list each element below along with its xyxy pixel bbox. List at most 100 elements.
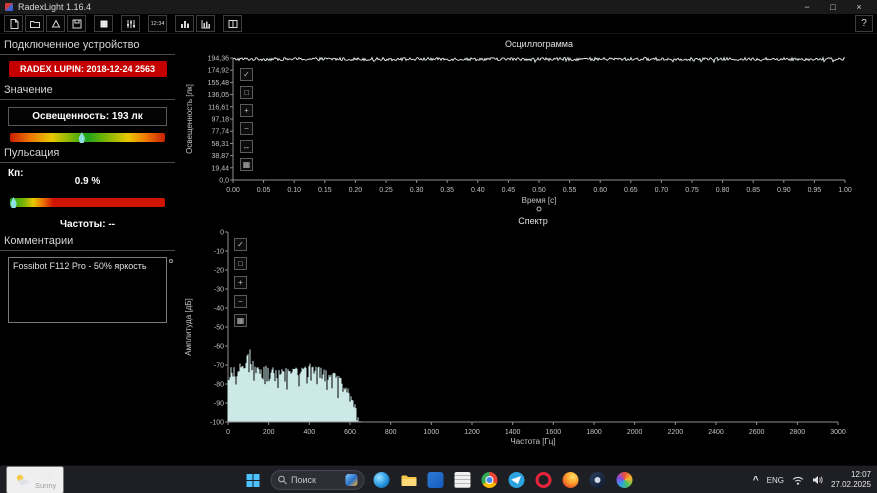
volume-icon[interactable] <box>812 475 823 485</box>
tick-label: 3000 <box>830 429 846 436</box>
tick-label: 97,18 <box>211 117 229 124</box>
folder-icon <box>401 475 416 486</box>
comments-corner-dot <box>169 259 173 263</box>
window-controls: − □ × <box>794 0 872 14</box>
photos-icon[interactable] <box>614 469 634 491</box>
device-button[interactable]: RADEX LUPIN: 2018-12-24 2563 <box>8 61 167 77</box>
edge-icon[interactable] <box>371 469 391 491</box>
oscillogram-tool-pan[interactable]: ↔ <box>240 140 253 153</box>
telegram-icon[interactable] <box>506 469 526 491</box>
wifi-icon[interactable] <box>792 475 804 485</box>
tick-label: -50 <box>214 325 224 332</box>
kp-value: 0.9 % <box>74 176 101 187</box>
chrome-icon[interactable] <box>479 469 499 491</box>
spectrum-tool-reset-view[interactable]: ▦ <box>234 314 247 327</box>
save-button[interactable] <box>67 15 86 32</box>
device-section-heading: Подключенное устройство <box>0 34 175 55</box>
start-button[interactable] <box>243 469 263 491</box>
display-mode-icon <box>100 20 107 27</box>
oscillogram-tool-zoom-in[interactable]: + <box>240 104 253 117</box>
spectrum-tool-zoom-out[interactable]: − <box>234 295 247 308</box>
illuminance-value: Освещенность: 193 лк <box>8 107 167 126</box>
search-bing-icon <box>345 474 357 486</box>
comments-input[interactable]: Fossibot F112 Pro - 50% яркость <box>8 257 167 323</box>
minimize-button[interactable]: − <box>794 0 820 14</box>
maximize-button[interactable]: □ <box>820 0 846 14</box>
notepad-icon[interactable] <box>452 469 472 491</box>
windows-logo-icon <box>246 473 260 487</box>
tick-label: 0.10 <box>287 187 301 194</box>
export-button[interactable] <box>46 15 65 32</box>
firefox-icon[interactable] <box>560 469 580 491</box>
tick-label: 2200 <box>668 429 684 436</box>
tick-label: 0.25 <box>379 187 393 194</box>
oscillogram-chart[interactable]: Осциллограмма Освещенность [лк] 194,36 174,… <box>175 34 877 214</box>
steam-icon[interactable] <box>587 469 607 491</box>
oscillogram-tool-select[interactable]: ✓ <box>240 68 253 81</box>
tick-label: -10 <box>214 249 224 256</box>
tick-label: -80 <box>214 382 224 389</box>
tick-label: 136,05 <box>208 92 230 99</box>
kp-row: Кп: 0.9 % <box>0 167 175 191</box>
opera-icon[interactable] <box>533 469 553 491</box>
tick-label: 58,31 <box>211 141 229 148</box>
weather-widget[interactable]: -1°C Sunny <box>6 466 65 493</box>
oscillogram-tool-zoom-out[interactable]: − <box>240 122 253 135</box>
tick-label: -20 <box>214 268 224 275</box>
tick-label: 0.20 <box>349 187 363 194</box>
tick-label: 174,92 <box>208 68 230 75</box>
comments-section-heading: Комментарии <box>0 230 175 251</box>
frequencies-value: Частоты: -- <box>60 219 115 230</box>
weather-temp: -1°C <box>37 470 54 480</box>
tick-label: 38,87 <box>211 153 229 160</box>
timer-icon: 12:34 <box>150 20 165 27</box>
tick-label: -70 <box>214 363 224 370</box>
clock[interactable]: 12:07 27.02.2025 <box>831 470 871 490</box>
spectrum-view-button[interactable] <box>196 15 215 32</box>
tick-label: 0.60 <box>593 187 607 194</box>
display-mode-button[interactable] <box>94 15 113 32</box>
settings-button[interactable] <box>121 15 140 32</box>
tick-label: -40 <box>214 306 224 313</box>
illuminance-scale <box>10 132 165 143</box>
spectrum-view-icon <box>201 19 210 28</box>
tick-label: 0.35 <box>440 187 454 194</box>
search-icon <box>277 475 287 485</box>
new-file-button[interactable] <box>4 15 23 32</box>
oscillogram-tool-reset-view[interactable]: ▦ <box>240 158 253 171</box>
pulsation-section-heading: Пульсация <box>0 142 175 163</box>
language-indicator[interactable]: ENG <box>767 476 784 485</box>
tick-label: 400 <box>303 429 315 436</box>
spectrum-tool-zoom-box[interactable]: □ <box>234 257 247 270</box>
word-icon[interactable] <box>425 469 445 491</box>
radexlight-window: RadexLight 1.16.4 − □ × 12:34 ? Подключе… <box>0 0 877 493</box>
histogram-button[interactable] <box>175 15 194 32</box>
help-button[interactable]: ? <box>855 15 873 32</box>
oscillogram-axes <box>232 58 845 181</box>
spectrum-chart[interactable]: Спектр Амплитуда [дБ] 0 -10 -20 -30 -40 -50 -60 -… <box>175 214 877 465</box>
oscillogram-ylabel: Освещенность [лк] <box>185 84 194 154</box>
toolbar: 12:34 ? <box>0 14 877 34</box>
spectrum-tool-select[interactable]: ✓ <box>234 238 247 251</box>
pulsation-scale-marker <box>10 197 17 208</box>
value-section-heading: Значение <box>0 79 175 100</box>
explorer-icon[interactable] <box>398 469 418 491</box>
open-file-button[interactable] <box>25 15 44 32</box>
spectrum-tool-zoom-in[interactable]: + <box>234 276 247 289</box>
chart-area: Осциллограмма Освещенность [лк] 194,36 174,… <box>175 34 877 465</box>
timer-button[interactable]: 12:34 <box>148 15 167 32</box>
oscillogram-tool-zoom-box[interactable]: □ <box>240 86 253 99</box>
close-button[interactable]: × <box>846 0 872 14</box>
main-content: Подключенное устройство RADEX LUPIN: 201… <box>0 34 877 465</box>
new-file-icon <box>10 18 18 29</box>
search-box[interactable]: Поиск <box>270 470 364 490</box>
tick-label: 0.15 <box>318 187 332 194</box>
tick-label: 2600 <box>749 429 765 436</box>
layout-button[interactable] <box>223 15 242 32</box>
tick-label: -60 <box>214 344 224 351</box>
tick-label: -100 <box>210 420 224 427</box>
tray-chevron-icon[interactable]: ^ <box>753 475 759 486</box>
tick-label: 0.75 <box>685 187 699 194</box>
clock-time: 12:07 <box>850 470 871 479</box>
sliders-icon <box>126 19 135 28</box>
